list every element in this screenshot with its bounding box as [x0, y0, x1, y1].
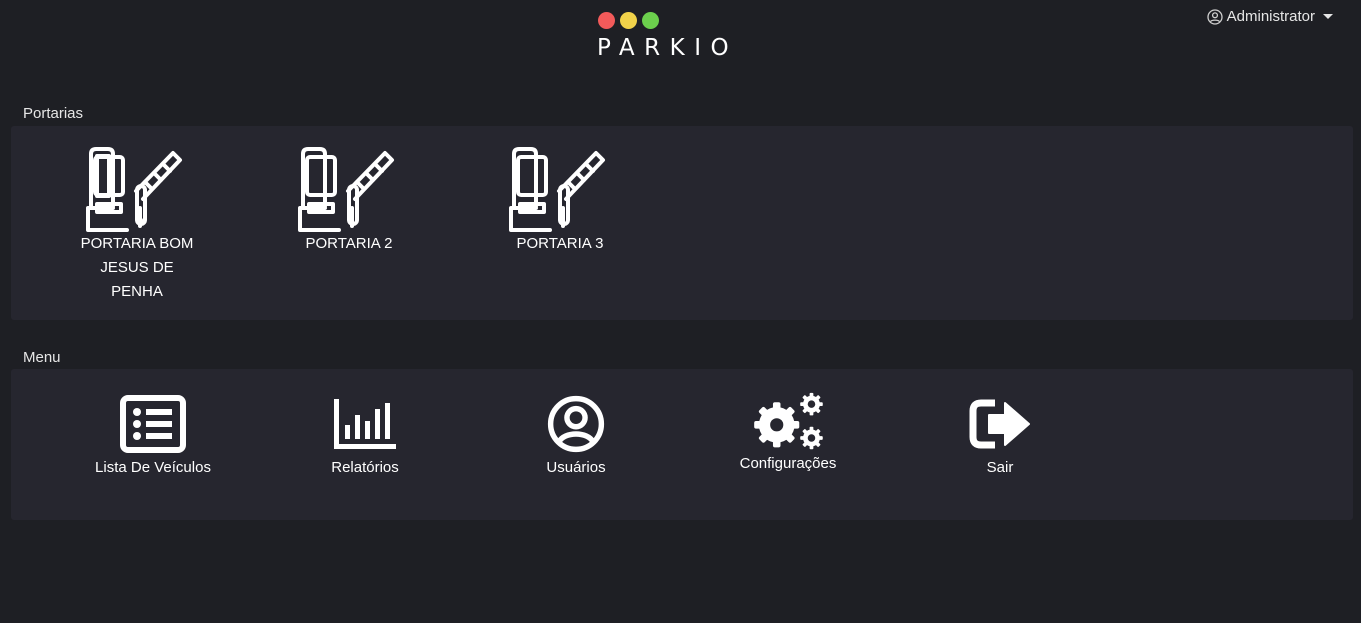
menu-section-title: Menu	[23, 349, 61, 366]
parking-gate-icon	[509, 147, 605, 232]
menu-item-configuracoes[interactable]: Configurações	[723, 391, 853, 476]
portaria-label: PORTARIA BOM JESUS DE PENHA	[80, 235, 194, 300]
bar-chart-icon	[334, 399, 396, 449]
chevron-down-icon	[1323, 14, 1333, 19]
portaria-tile-2[interactable]: PORTARIA 2	[293, 146, 405, 256]
list-icon	[120, 395, 186, 453]
portaria-label: PORTARIA 3	[516, 235, 604, 252]
sign-out-icon	[969, 399, 1030, 449]
user-circle-icon	[547, 395, 605, 453]
parking-gate-icon	[86, 147, 182, 232]
menu-item-lista-veiculos[interactable]: Lista De Veículos	[83, 395, 223, 480]
user-menu-dropdown[interactable]: Administrator	[1206, 8, 1333, 25]
menu-item-usuarios[interactable]: Usuários	[516, 395, 636, 480]
parking-gate-icon	[298, 147, 394, 232]
menu-item-label: Lista De Veículos	[95, 459, 211, 476]
menu-item-label: Configurações	[739, 455, 837, 472]
green-dot-icon	[642, 12, 659, 29]
menu-item-relatorios[interactable]: Relatórios	[305, 395, 425, 480]
red-dot-icon	[598, 12, 615, 29]
user-circle-icon	[1206, 8, 1223, 25]
gears-icon	[754, 392, 823, 450]
top-bar: PARKIO Administrator	[0, 0, 1361, 90]
yellow-dot-icon	[620, 12, 637, 29]
menu-panel: Lista De Veículos Relatórios Usuários Co…	[11, 369, 1353, 520]
menu-item-label: Relatórios	[331, 459, 399, 476]
brand-name: PARKIO	[597, 35, 739, 61]
user-name: Administrator	[1226, 8, 1315, 25]
menu-item-label: Usuários	[546, 459, 606, 476]
portarias-section-title: Portarias	[23, 105, 84, 122]
portaria-tile-1[interactable]: PORTARIA BOM JESUS DE PENHA	[73, 146, 201, 304]
menu-item-label: Sair	[986, 459, 1014, 476]
portaria-label: PORTARIA 2	[305, 235, 393, 252]
portaria-tile-3[interactable]: PORTARIA 3	[504, 146, 616, 256]
menu-item-sair[interactable]: Sair	[960, 395, 1040, 480]
portarias-panel: PORTARIA BOM JESUS DE PENHA PORTARIA 2 P…	[11, 126, 1353, 320]
